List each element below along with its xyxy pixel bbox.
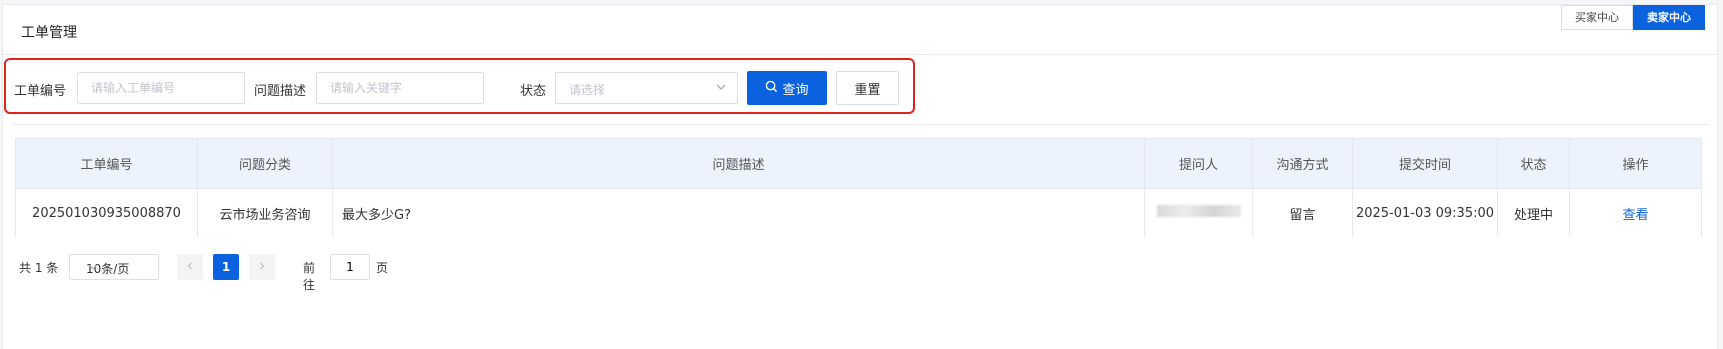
search-button[interactable]: 查询: [747, 71, 827, 105]
view-link[interactable]: 查看: [1622, 208, 1648, 223]
search-button-label: 查询: [782, 82, 809, 98]
col-description[interactable]: 问题描述: [332, 138, 1145, 189]
reset-button[interactable]: 重置: [836, 71, 899, 105]
ticket-table: 工单编号 问题分类 问题描述 提问人 沟通方式 提交时间 状态 操作 20250…: [15, 138, 1702, 237]
status-select[interactable]: 请选择: [555, 72, 738, 104]
cell-action: 查看: [1569, 188, 1702, 237]
seller-center-tab[interactable]: 卖家中心: [1633, 5, 1705, 30]
page-button-current[interactable]: 1: [213, 254, 239, 280]
cell-submitted: 2025-01-03 09:35:00: [1352, 188, 1498, 237]
col-status[interactable]: 状态: [1497, 138, 1570, 189]
buyer-center-tab[interactable]: 买家中心: [1561, 5, 1633, 30]
goto-suffix: 页: [376, 261, 389, 275]
total-count: 共 1 条: [19, 261, 59, 275]
col-ticket-no[interactable]: 工单编号: [15, 138, 198, 189]
col-category[interactable]: 问题分类: [197, 138, 333, 189]
chevron-right-icon: [257, 260, 267, 275]
status-placeholder: 请选择: [569, 83, 606, 97]
redacted-asker-name: [1156, 205, 1241, 217]
cell-status: 处理中: [1497, 188, 1570, 237]
prev-page-button[interactable]: [177, 254, 203, 280]
chevron-left-icon: [185, 260, 195, 275]
desc-input[interactable]: [316, 72, 484, 104]
status-label: 状态: [520, 84, 547, 99]
goto-label: 前往: [303, 261, 316, 292]
chevron-down-icon: [86, 260, 153, 277]
col-asker[interactable]: 提问人: [1144, 138, 1253, 189]
center-switch: 买家中心 卖家中心: [1561, 5, 1705, 30]
cell-description: 最大多少G?: [332, 188, 1145, 237]
table-header-row: 工单编号 问题分类 问题描述 提问人 沟通方式 提交时间 状态 操作: [15, 138, 1702, 189]
filter-divider: [14, 124, 1709, 125]
header-divider: [3, 54, 1717, 55]
cell-asker: [1144, 188, 1253, 237]
next-page-button[interactable]: [249, 254, 275, 280]
goto-page-input[interactable]: [330, 254, 370, 280]
search-icon: [765, 80, 778, 97]
cell-channel: 留言: [1252, 188, 1353, 237]
col-channel[interactable]: 沟通方式: [1252, 138, 1353, 189]
cell-ticket-no: 202501030935008870: [15, 188, 198, 237]
cell-category: 云市场业务咨询: [197, 188, 333, 237]
table-row[interactable]: 202501030935008870 云市场业务咨询 最大多少G? 留言 202…: [15, 188, 1702, 237]
page-size-select[interactable]: 10条/页: [69, 254, 159, 280]
ticket-no-input[interactable]: [77, 72, 245, 104]
chevron-down-icon: [713, 79, 729, 99]
desc-label: 问题描述: [254, 84, 307, 99]
page-title: 工单管理: [21, 25, 77, 41]
col-action[interactable]: 操作: [1569, 138, 1702, 189]
col-submitted[interactable]: 提交时间: [1352, 138, 1498, 189]
ticket-no-label: 工单编号: [14, 84, 67, 99]
